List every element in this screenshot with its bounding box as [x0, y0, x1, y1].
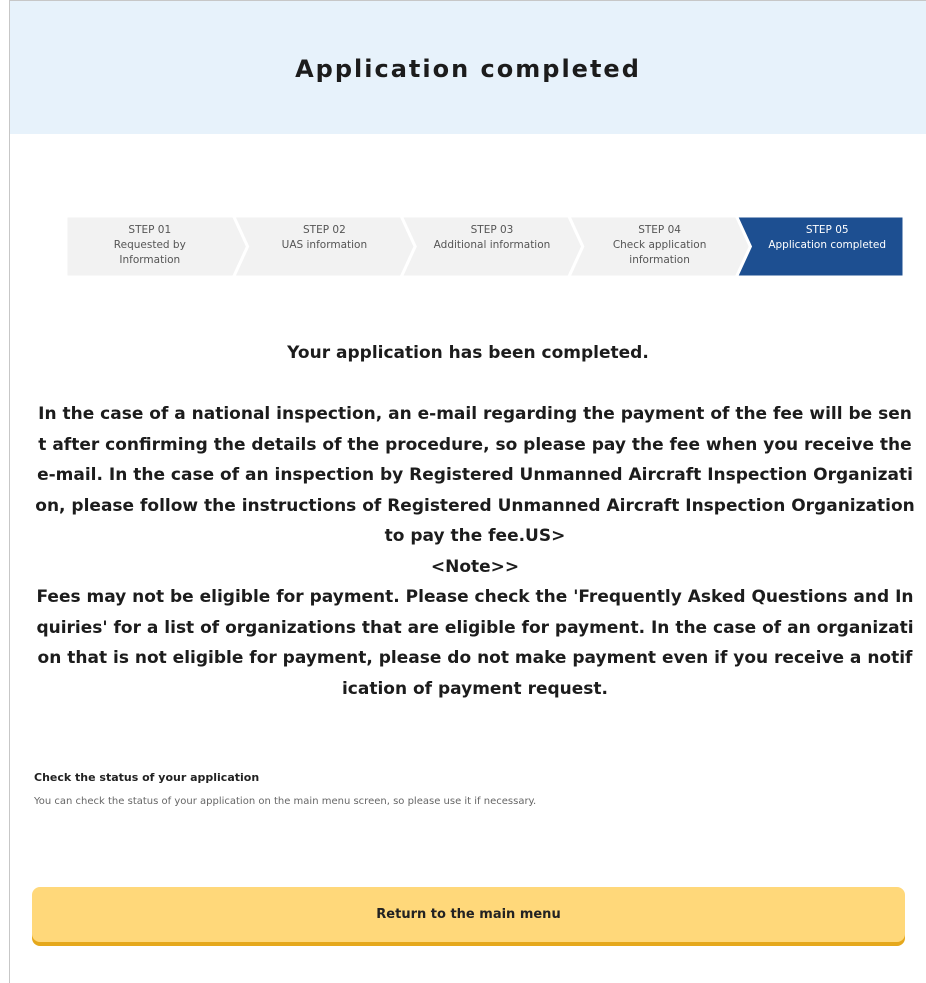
step-item: STEP 04 Check application information	[583, 223, 737, 268]
status-description: You can check the status of your applica…	[34, 796, 537, 807]
step-label: Application completed	[768, 239, 887, 251]
completion-message-body: In the case of a national inspection, an…	[35, 399, 915, 704]
step-label: UAS information	[281, 239, 368, 251]
return-to-main-menu-button[interactable]: Return to the main menu	[32, 887, 905, 942]
page-title: Application completed	[295, 55, 641, 83]
page-frame: Application completed STEP 01 Requested b…	[9, 0, 926, 983]
step-item: STEP 02 UAS information	[248, 223, 402, 253]
payment-instructions: In the case of a national inspection, an…	[35, 404, 915, 546]
status-heading: Check the status of your application	[34, 771, 260, 784]
step-label: Check application information	[612, 239, 707, 266]
step-number: STEP 02	[303, 224, 346, 236]
step-number: STEP 04	[638, 224, 681, 236]
step-item: STEP 05 Application completed	[750, 223, 904, 253]
progress-steps: STEP 01 Requested by Information STEP 02 UA…	[66, 216, 904, 277]
completion-message-title: Your application has been completed.	[287, 343, 649, 363]
payment-note: Fees may not be eligible for payment. Pl…	[36, 587, 914, 699]
step-number: STEP 01	[128, 224, 172, 236]
step-number: STEP 03	[470, 224, 514, 236]
step-number: STEP 05	[805, 224, 849, 236]
page-header: Application completed	[10, 1, 926, 134]
step-label: Additional information	[433, 239, 551, 251]
step-item: STEP 03 Additional information	[415, 223, 569, 253]
note-label: <Note>>	[430, 556, 520, 577]
step-item: STEP 01 Requested by Information	[66, 223, 234, 268]
step-label: Requested by Information	[113, 239, 186, 266]
